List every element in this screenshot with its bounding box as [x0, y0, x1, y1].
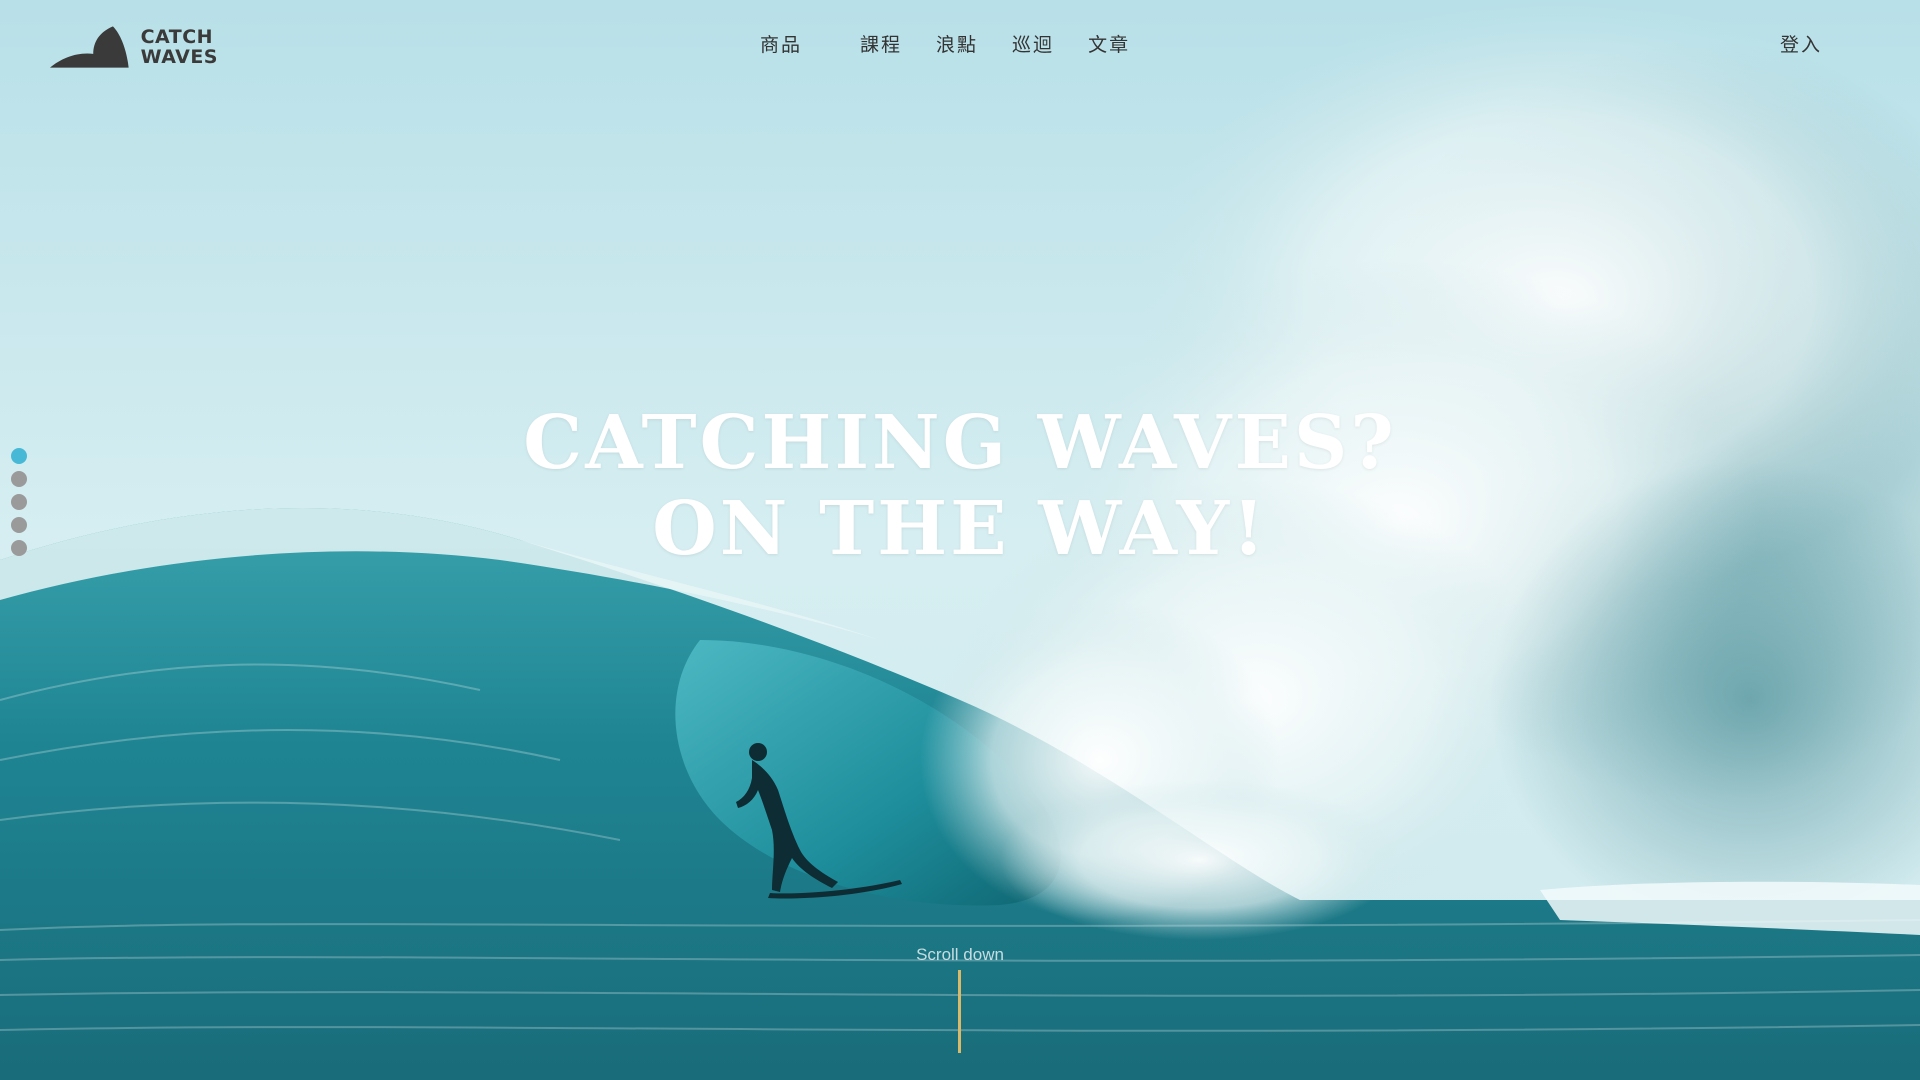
- hero-headline: CATCHING WAVES? ON THE WAY!: [360, 400, 1560, 572]
- slide-pagination: [11, 448, 27, 563]
- brand-name-line2: WAVES: [140, 46, 218, 68]
- pagination-dot-1[interactable]: [11, 448, 27, 464]
- nav-item-courses[interactable]: 課程: [860, 30, 902, 60]
- brand-logo[interactable]: CATCH WAVES: [48, 22, 218, 72]
- brand-name-line1: CATCH: [140, 26, 214, 48]
- scroll-down-line: [958, 970, 961, 1053]
- login-link[interactable]: 登入: [1780, 30, 1822, 57]
- nav-item-tours[interactable]: 巡迴: [1012, 30, 1054, 60]
- pagination-dot-4[interactable]: [11, 517, 27, 533]
- pagination-dot-3[interactable]: [11, 494, 27, 510]
- nav-item-products[interactable]: 商品: [760, 30, 802, 60]
- wave-fin-icon: [49, 26, 129, 68]
- scroll-down-link[interactable]: Scroll down: [900, 945, 1020, 965]
- hero-section: CATCH WAVES 商品 課程 浪點 巡迴 文章 登入 CATCHING W…: [0, 0, 1920, 1080]
- nav-item-surf-spots[interactable]: 浪點: [936, 30, 978, 60]
- pagination-dot-5[interactable]: [11, 540, 27, 556]
- hero-headline-line1: CATCHING WAVES?: [523, 400, 1397, 486]
- main-nav: 商品 課程 浪點 巡迴 文章: [760, 30, 1164, 60]
- brand-name: CATCH WAVES: [141, 27, 218, 67]
- nav-item-articles[interactable]: 文章: [1088, 30, 1130, 60]
- hero-headline-line2: ON THE WAY!: [652, 486, 1268, 572]
- pagination-dot-2[interactable]: [11, 471, 27, 487]
